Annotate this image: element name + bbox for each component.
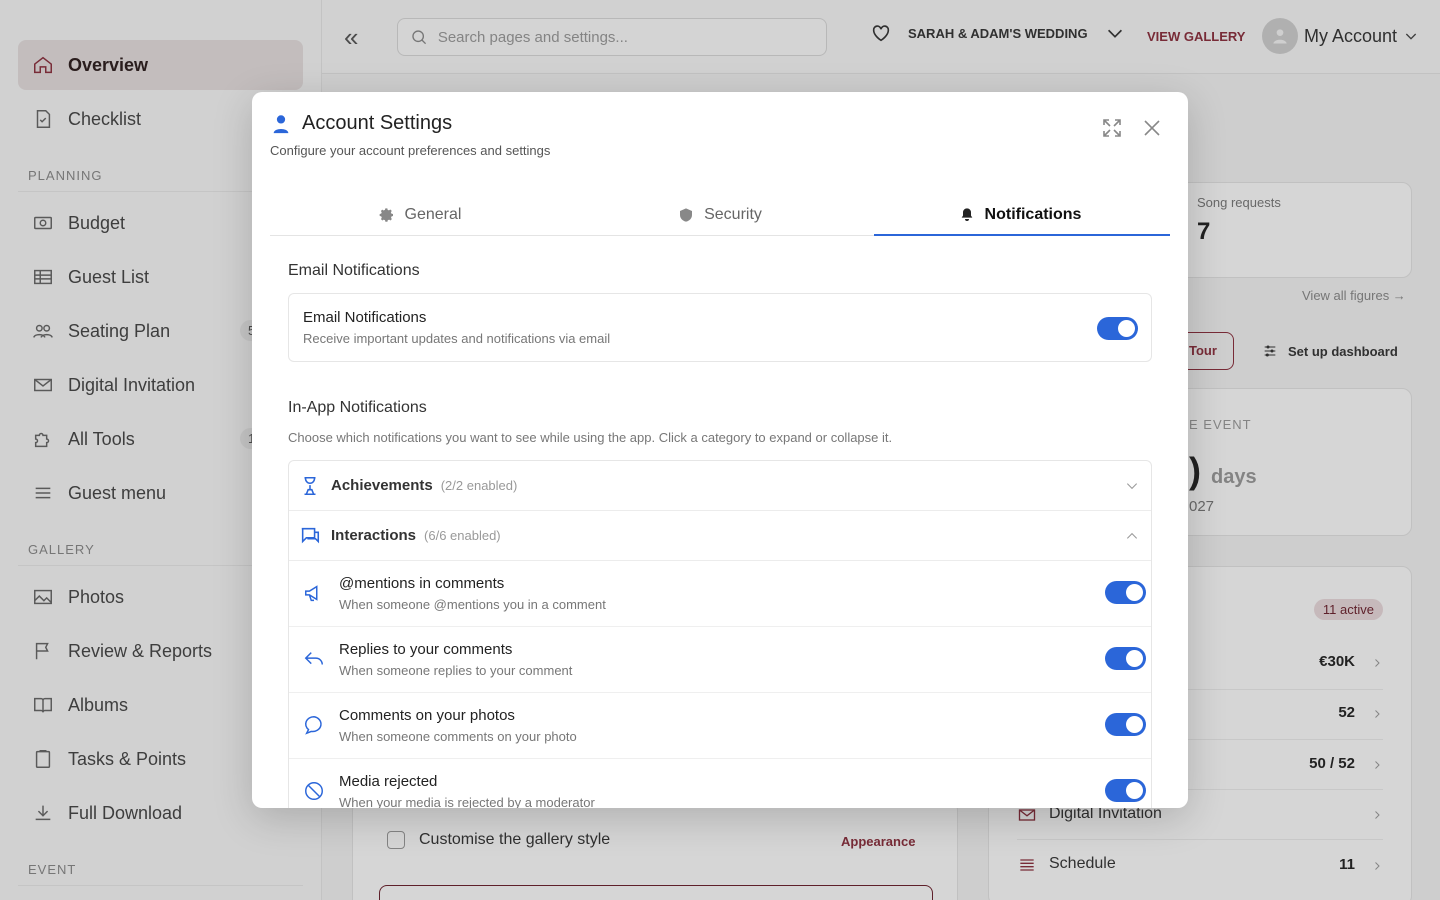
inapp-section-desc: Choose which notifications you want to s… [288, 430, 893, 445]
notif-title: @mentions in comments [339, 575, 505, 592]
notif-mentions: @mentions in comments When someone @ment… [289, 561, 1151, 627]
category-name: Achievements [331, 477, 433, 494]
email-item-title: Email Notifications [303, 309, 427, 326]
bell-icon [961, 207, 972, 221]
tab-security[interactable]: Security [570, 194, 870, 235]
notif-desc: When someone comments on your photo [339, 729, 577, 744]
chevron-up-icon [1126, 532, 1138, 539]
media-rejected-toggle[interactable] [1105, 779, 1146, 802]
category-achievements[interactable]: Achievements (2/2 enabled) [289, 461, 1151, 511]
category-interactions[interactable]: Interactions (6/6 enabled) [289, 511, 1151, 561]
notif-title: Replies to your comments [339, 641, 513, 658]
reply-icon [304, 652, 323, 665]
category-count: (2/2 enabled) [440, 478, 518, 493]
notif-photo-comments: Comments on your photos When someone com… [289, 693, 1151, 759]
chat-icon [301, 527, 320, 543]
email-section-title: Email Notifications [288, 262, 420, 279]
tab-label: Notifications [984, 205, 1082, 223]
notif-desc: When someone @mentions you in a comment [339, 597, 606, 612]
modal-header: Account Settings Configure your account … [270, 112, 550, 158]
tab-label: General [404, 205, 462, 223]
notif-media-rejected: Media rejected When your media is reject… [289, 759, 1151, 808]
inapp-categories: Achievements (2/2 enabled) Interactions … [288, 460, 1152, 808]
ban-icon [305, 782, 323, 800]
modal-subtitle: Configure your account preferences and s… [270, 143, 551, 158]
email-notifications-toggle[interactable] [1097, 317, 1138, 340]
trophy-icon [304, 476, 316, 495]
tab-label: Security [704, 205, 762, 223]
settings-tabs: General Security Notifications [270, 194, 1170, 236]
notif-title: Comments on your photos [339, 707, 515, 724]
category-count: (6/6 enabled) [424, 528, 501, 543]
tab-notifications[interactable]: Notifications [870, 194, 1170, 236]
notif-desc: When someone replies to your comment [339, 663, 573, 678]
notif-title: Media rejected [339, 773, 438, 790]
photo-comments-toggle[interactable] [1105, 713, 1146, 736]
mentions-toggle[interactable] [1105, 581, 1146, 604]
expand-button[interactable] [1100, 116, 1124, 145]
notifications-panel: Email Notifications Email Notifications … [288, 262, 1152, 808]
email-notifications-row: Email Notifications Receive important up… [288, 293, 1152, 362]
email-item-desc: Receive important updates and notificati… [303, 331, 611, 346]
user-icon [273, 114, 289, 133]
megaphone-icon [305, 585, 318, 602]
expand-icon [1103, 119, 1121, 137]
notif-desc: When your media is rejected by a moderat… [339, 795, 595, 808]
category-name: Interactions [331, 527, 417, 544]
gear-icon [379, 207, 393, 222]
notif-replies: Replies to your comments When someone re… [289, 627, 1151, 693]
comment-icon [304, 716, 322, 735]
close-button[interactable] [1140, 116, 1164, 145]
modal-title: Account Settings [302, 112, 453, 134]
tab-general[interactable]: General [270, 194, 570, 235]
account-settings-modal: Account Settings Configure your account … [252, 92, 1188, 808]
inapp-section-title: In-App Notifications [288, 399, 427, 416]
chevron-down-icon [1126, 483, 1138, 490]
replies-toggle[interactable] [1105, 647, 1146, 670]
shield-icon [680, 207, 693, 222]
close-icon [1144, 120, 1160, 136]
